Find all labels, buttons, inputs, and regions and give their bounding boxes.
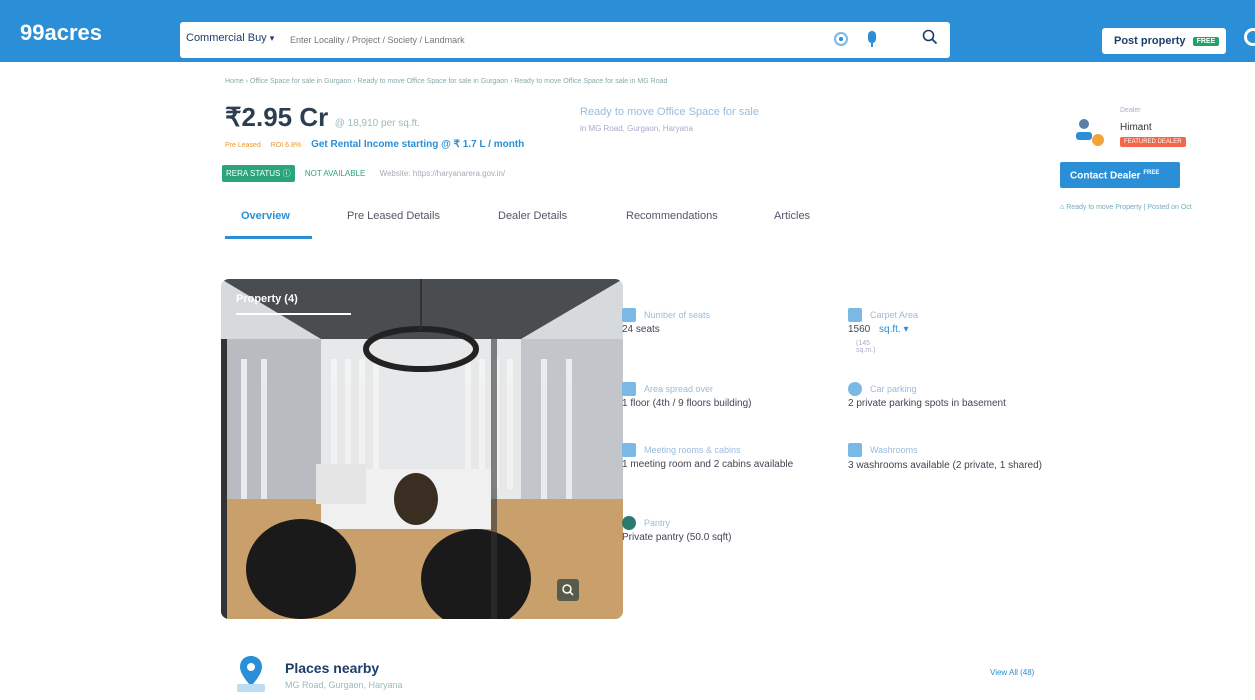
profile-icon[interactable]	[1244, 28, 1255, 46]
property-photo[interactable]: Property (4)	[221, 279, 623, 619]
info-icon: ⓘ	[282, 169, 291, 178]
seat-icon	[622, 308, 636, 322]
breadcrumb[interactable]: Home › Office Space for sale in Gurgaon …	[225, 78, 667, 85]
search-icon[interactable]	[922, 29, 938, 45]
places-nearby-section: Places nearby MG Road, Gurgaon, Haryana …	[225, 646, 1075, 700]
places-nearby-location: MG Road, Gurgaon, Haryana	[285, 680, 403, 690]
chevron-down-icon: ▾	[903, 324, 909, 335]
feature-label: Carpet Area	[870, 310, 919, 320]
carpet-area-value: 1560	[848, 324, 871, 335]
feature-label: Pantry	[644, 518, 671, 528]
featured-dealer-badge: FEATURED DEALER	[1120, 137, 1186, 147]
feature-value: 2 private parking spots in basement	[848, 398, 1006, 409]
feature-label: Washrooms	[870, 445, 918, 455]
meeting-icon	[622, 443, 636, 457]
photo-label-underline	[236, 313, 351, 315]
posting-info-text: Ready to move Property | Posted on Oct	[1066, 204, 1192, 211]
zoom-icon[interactable]	[557, 579, 579, 601]
contact-free-badge: FREE	[1143, 170, 1160, 176]
post-property-label: Post property	[1114, 35, 1186, 47]
tab-overview[interactable]: Overview	[241, 210, 290, 222]
free-badge: FREE	[1192, 37, 1220, 46]
roi-tag: ROI 6.8%	[270, 142, 302, 149]
feature-sub-value: (145 sq.m.)	[856, 340, 876, 354]
microphone-icon[interactable]	[868, 31, 876, 47]
feature-value: 1 meeting room and 2 cabins available	[622, 459, 794, 470]
preleased-tag: Pre Leased	[225, 142, 261, 149]
rera-status-label: RERA STATUS	[226, 169, 281, 178]
tab-recommendations[interactable]: Recommendations	[626, 210, 718, 222]
building-icon	[622, 382, 636, 396]
area-icon	[848, 308, 862, 322]
area-unit-dropdown[interactable]: sq.ft. ▾	[879, 324, 909, 335]
search-category-dropdown[interactable]: Commercial Buy ▾	[186, 32, 274, 44]
car-icon	[848, 382, 862, 396]
feature-label: Number of seats	[644, 310, 711, 320]
location-pin-icon	[237, 656, 265, 692]
rera-website[interactable]: Website: https://haryanarera.gov.in/	[380, 169, 506, 178]
rera-status-badge[interactable]: RERA STATUS ⓘ	[222, 165, 295, 182]
contact-dealer-button[interactable]: Contact Dealer FREE	[1060, 162, 1180, 188]
post-property-button[interactable]: Post property FREE	[1102, 28, 1226, 54]
search-input[interactable]	[290, 28, 810, 52]
property-price: ₹2.95 Cr	[225, 102, 329, 132]
dealer-card: Dealer Himant FEATURED DEALER Contact De…	[1060, 100, 1255, 230]
price-row: ₹2.95 Cr @ 18,910 per sq.ft.	[225, 102, 420, 133]
listing-title: Ready to move Office Space for sale	[580, 106, 759, 118]
places-nearby-title: Places nearby	[285, 660, 380, 676]
price-per-sqft: @ 18,910 per sq.ft.	[334, 118, 420, 129]
washroom-icon	[848, 443, 862, 457]
photo-count-label[interactable]: Property (4)	[236, 293, 298, 305]
search-bar: Commercial Buy ▾	[180, 22, 950, 58]
dealer-name[interactable]: Himant	[1120, 122, 1152, 133]
feature-value: 1 floor (4th / 9 floors building)	[622, 398, 752, 409]
feature-label: Area spread over	[644, 384, 714, 394]
search-category-label: Commercial Buy	[186, 32, 267, 44]
active-tab-indicator	[225, 236, 312, 239]
listing-location: in MG Road, Gurgaon, Haryana	[580, 124, 693, 133]
tab-pre-leased-details[interactable]: Pre Leased Details	[347, 210, 440, 222]
feature-value: 24 seats	[622, 324, 660, 335]
view-all-places-link[interactable]: View All (48)	[990, 668, 1034, 677]
feature-value: 3 washrooms available (2 private, 1 shar…	[848, 460, 1042, 471]
rera-row: RERA STATUS ⓘ NOT AVAILABLE Website: htt…	[222, 165, 505, 182]
top-header: 99acres Commercial Buy ▾ Post property F…	[0, 0, 1255, 62]
posting-info: ⌂ Ready to move Property | Posted on Oct	[1060, 204, 1255, 211]
chevron-down-icon: ▾	[269, 33, 275, 43]
listing-tags: Pre Leased ROI 6.8% Get Rental Income st…	[225, 139, 524, 150]
feature-label: Meeting rooms & cabins	[644, 445, 741, 455]
listing-title-block: Ready to move Office Space for sale in M…	[580, 106, 759, 133]
site-logo[interactable]: 99acres	[20, 20, 102, 46]
feature-value: 1560 sq.ft. ▾	[848, 324, 909, 335]
tab-dealer-details[interactable]: Dealer Details	[498, 210, 567, 222]
rental-income-link[interactable]: Get Rental Income starting @ ₹ 1.7 L / m…	[311, 139, 524, 150]
feature-value: Private pantry (50.0 sqft)	[622, 532, 732, 543]
office-photo-image	[221, 279, 623, 619]
rera-status-value: NOT AVAILABLE	[304, 169, 366, 178]
contact-dealer-label: Contact Dealer	[1070, 170, 1141, 182]
location-icon[interactable]	[834, 32, 848, 46]
dealer-role: Dealer	[1120, 107, 1141, 114]
dealer-avatar-icon	[1076, 119, 1104, 146]
pantry-icon	[622, 516, 636, 530]
area-unit-label: sq.ft.	[879, 324, 901, 335]
tab-articles[interactable]: Articles	[774, 210, 810, 222]
feature-label: Car parking	[870, 384, 917, 394]
